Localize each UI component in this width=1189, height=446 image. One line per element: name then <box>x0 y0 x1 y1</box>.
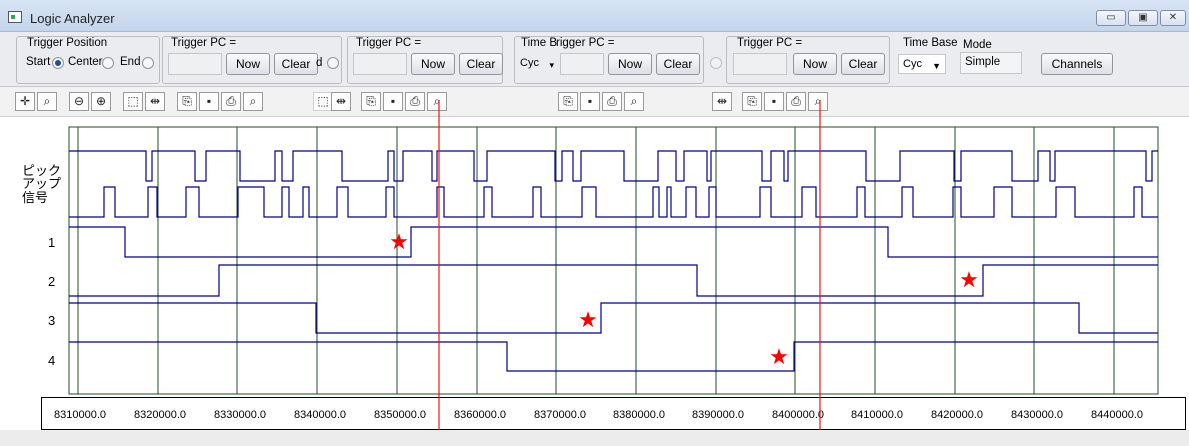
cursor-overlay <box>438 100 821 434</box>
status-bar <box>0 430 1189 446</box>
